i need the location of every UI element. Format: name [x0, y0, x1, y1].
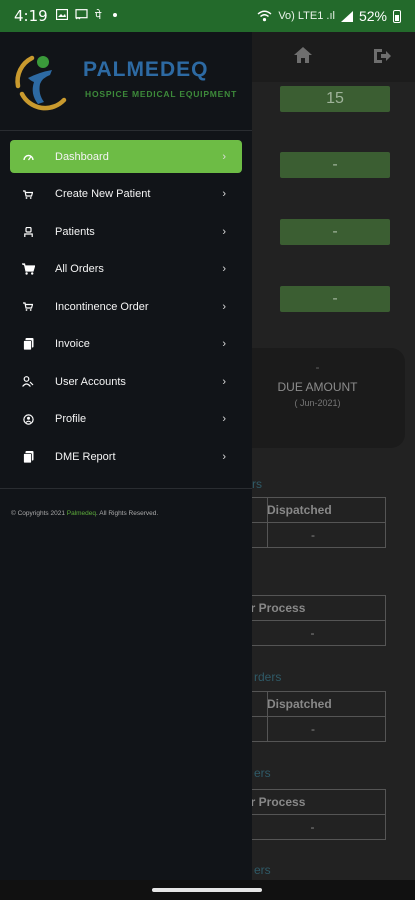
- menu-item-patients[interactable]: Patients ›: [10, 215, 242, 248]
- due-amount-label: DUE AMOUNT: [277, 380, 358, 394]
- menu-item-label: Create New Patient: [55, 188, 151, 200]
- cart-icon: [21, 187, 35, 201]
- brand-subtitle: HOSPICE MEDICAL EQUIPMENT: [85, 89, 238, 99]
- table-header: Dispatched: [241, 498, 385, 523]
- brand-title: PALMEDEQ: [83, 58, 209, 81]
- chevron-right-icon: ›: [222, 263, 226, 275]
- document-icon: [21, 450, 35, 464]
- menu-item-label: Dashboard: [55, 150, 109, 163]
- image-icon: [55, 8, 68, 21]
- orders-table: Dispatched -: [240, 691, 386, 742]
- table-divider: [267, 692, 268, 741]
- status-notification-icons: पे: [55, 8, 118, 23]
- chevron-right-icon: ›: [222, 150, 226, 163]
- chevron-right-icon: ›: [222, 300, 226, 313]
- signal-icon: [340, 10, 353, 22]
- stat-box: -: [280, 152, 390, 178]
- palmedeq-logo-icon: [15, 55, 67, 111]
- home-icon[interactable]: [292, 44, 314, 66]
- chevron-right-icon: ›: [222, 338, 226, 350]
- table-cell: -: [311, 528, 315, 542]
- menu-item-label: DME Report: [55, 450, 116, 463]
- logout-icon[interactable]: [372, 46, 392, 66]
- due-amount-value: -: [315, 360, 320, 374]
- menu-item-incontinence-order[interactable]: Incontinence Order ›: [10, 290, 242, 323]
- copyright-suffix: . All Rights Reserved.: [96, 510, 159, 517]
- menu-item-profile[interactable]: Profile ›: [10, 403, 242, 436]
- notification-icon: पे: [95, 9, 104, 22]
- section-label: ers: [254, 863, 271, 877]
- menu-item-all-orders[interactable]: All Orders ›: [10, 253, 242, 286]
- menu-item-label: Patients: [55, 225, 95, 238]
- menu-item-invoice[interactable]: Invoice ›: [10, 328, 242, 361]
- section-label: rders: [254, 670, 282, 684]
- section-label: rs: [252, 477, 262, 491]
- drawer-menu: Dashboard › Create New Patient › Patient…: [10, 140, 242, 478]
- table-divider: [267, 498, 268, 547]
- due-amount-period: ( Jun-2021): [294, 398, 341, 408]
- cart-icon: [21, 300, 35, 314]
- dashboard-icon: [21, 150, 35, 164]
- menu-item-dme-report[interactable]: DME Report ›: [10, 440, 242, 473]
- stat-box: -: [280, 286, 390, 312]
- table-cell: -: [310, 626, 315, 640]
- stat-box: 15: [280, 86, 390, 112]
- person-icon: [21, 225, 35, 239]
- menu-item-label: Profile: [55, 413, 87, 425]
- dot-icon: [112, 13, 117, 17]
- chevron-right-icon: ›: [222, 450, 226, 463]
- drawer-divider: [0, 130, 252, 131]
- chevron-right-icon: ›: [222, 413, 226, 425]
- copyright-prefix: © Copyrights 2021: [11, 510, 67, 517]
- chevron-right-icon: ›: [222, 188, 226, 200]
- orders-table: Dispatched -: [240, 497, 386, 548]
- table-header: er Process: [240, 596, 385, 621]
- orders-table: er Process -: [240, 595, 386, 646]
- menu-item-create-new-patient[interactable]: Create New Patient ›: [10, 178, 242, 211]
- menu-item-label: All Orders: [55, 263, 104, 275]
- profile-icon: [21, 412, 35, 426]
- network-label: Vo) LTE1 .ıl: [278, 10, 335, 22]
- menu-item-user-accounts[interactable]: User Accounts ›: [10, 365, 242, 398]
- table-header: Dispatched: [241, 692, 385, 717]
- table-cell: -: [311, 722, 315, 736]
- status-bar: 4:19 पे Vo) LTE1 .ıl 52%: [0, 0, 415, 32]
- brand-logo[interactable]: PALMEDEQ HOSPICE MEDICAL EQUIPMENT: [10, 48, 250, 138]
- svg-text:पे: पे: [95, 9, 104, 20]
- status-time: 4:19: [14, 7, 48, 25]
- menu-item-label: Incontinence Order: [55, 300, 149, 313]
- navigation-drawer: PALMEDEQ HOSPICE MEDICAL EQUIPMENT Dashb…: [0, 32, 252, 890]
- stat-box: -: [280, 219, 390, 245]
- users-icon: [21, 375, 35, 389]
- chevron-right-icon: ›: [222, 225, 226, 238]
- copyright-text: © Copyrights 2021 Palmedeq. All Rights R…: [11, 510, 158, 517]
- drawer-divider: [0, 488, 252, 489]
- home-gesture-handle[interactable]: [152, 888, 262, 892]
- menu-item-label: Invoice: [55, 338, 90, 350]
- document-icon: [21, 337, 35, 351]
- section-label: ers: [254, 766, 271, 780]
- table-header: er Process: [240, 790, 385, 815]
- table-cell: -: [310, 820, 315, 834]
- system-navigation-bar: [0, 880, 415, 900]
- chevron-right-icon: ›: [222, 375, 226, 388]
- menu-item-dashboard[interactable]: Dashboard ›: [10, 140, 242, 173]
- shopping-cart-icon: [21, 262, 35, 276]
- orders-table: er Process -: [240, 789, 386, 840]
- due-amount-card: - DUE AMOUNT ( Jun-2021): [230, 348, 405, 448]
- battery-percentage: 52%: [358, 8, 387, 24]
- wifi-icon: [257, 10, 272, 22]
- cast-icon: [75, 9, 88, 20]
- battery-icon: [393, 9, 401, 23]
- status-right: Vo) LTE1 .ıl 52%: [257, 8, 401, 24]
- copyright-brand-link[interactable]: Palmedeq: [67, 510, 96, 517]
- menu-item-label: User Accounts: [55, 375, 126, 388]
